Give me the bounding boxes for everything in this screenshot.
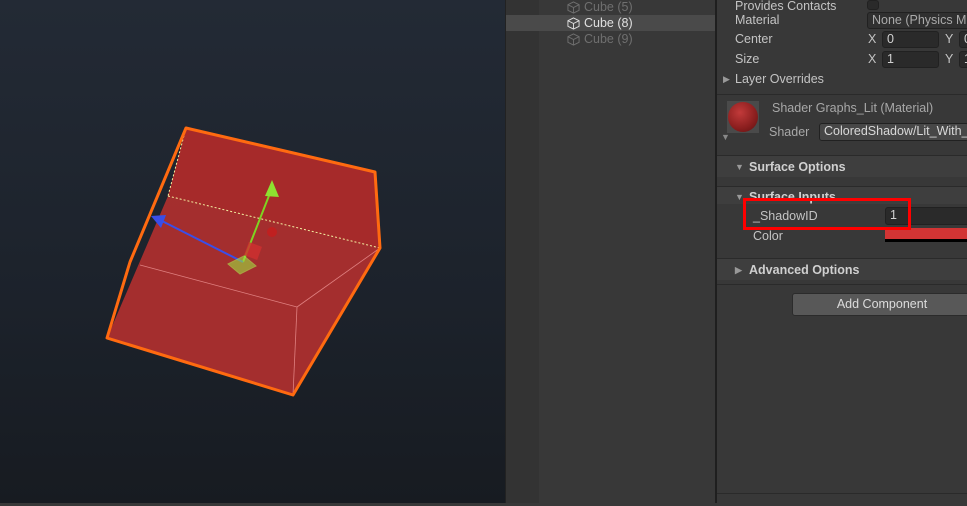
size-y-field[interactable]: 1 — [959, 51, 967, 68]
material-field[interactable]: None (Physics Material) — [867, 12, 967, 29]
center-y-field[interactable]: 0 — [959, 31, 967, 48]
hierarchy-item-label: Cube (5) — [584, 0, 633, 14]
cube-icon — [567, 16, 580, 30]
size-x-field[interactable]: 1 — [882, 51, 939, 68]
shader-label: Shader — [769, 125, 810, 139]
color-swatch[interactable] — [885, 228, 967, 242]
hierarchy-item-selected[interactable]: Cube (8) — [506, 15, 716, 31]
hierarchy-item[interactable]: Cube (9) — [506, 31, 716, 47]
material-title: Shader Graphs_Lit (Material) — [772, 101, 934, 115]
expand-triangle-icon: ▶ — [735, 265, 742, 275]
hierarchy-item-label: Cube (9) — [584, 32, 633, 46]
size-label: Size — [735, 52, 760, 66]
hierarchy-item-label: Cube (8) — [584, 16, 633, 30]
cube-icon — [567, 32, 580, 46]
center-x-field[interactable]: 0 — [882, 31, 939, 48]
advanced-options-label: Advanced Options — [749, 263, 860, 277]
expand-triangle-icon[interactable]: ▶ — [723, 72, 730, 86]
provides-contacts-label: Provides Contacts — [735, 0, 837, 13]
cube-icon — [567, 0, 580, 14]
shader-dropdown[interactable]: ColoredShadow/Lit_With_ — [819, 123, 967, 141]
hierarchy-panel: Cube (5) Cube (8) Cube (9) — [505, 0, 716, 503]
center-label: Center — [735, 32, 773, 46]
inspector-panel: Provides Contacts Material None (Physics… — [717, 0, 967, 503]
add-component-button[interactable]: Add Component — [792, 293, 967, 316]
highlight-box — [743, 198, 911, 230]
scene-view[interactable] — [0, 0, 505, 503]
advanced-options-foldout[interactable]: ▶ Advanced Options — [717, 258, 967, 280]
surface-options-label: Surface Options — [749, 160, 846, 174]
color-label: Color — [753, 229, 783, 243]
selected-cube[interactable] — [0, 0, 505, 503]
y-label: Y — [945, 52, 954, 66]
collapse-triangle-icon[interactable]: ▼ — [721, 132, 730, 142]
layer-overrides-foldout[interactable]: Layer Overrides — [735, 72, 824, 86]
x-label: X — [868, 32, 877, 46]
surface-options-foldout[interactable]: ▼ Surface Options — [717, 155, 967, 177]
sphere-icon — [728, 102, 758, 132]
provides-contacts-checkbox[interactable] — [867, 0, 879, 10]
material-preview — [727, 101, 759, 133]
x-label: X — [868, 52, 877, 66]
y-label: Y — [945, 32, 954, 46]
material-label: Material — [735, 13, 780, 27]
collapse-triangle-icon: ▼ — [735, 162, 744, 172]
hierarchy-item[interactable]: Cube (5) — [506, 0, 716, 15]
